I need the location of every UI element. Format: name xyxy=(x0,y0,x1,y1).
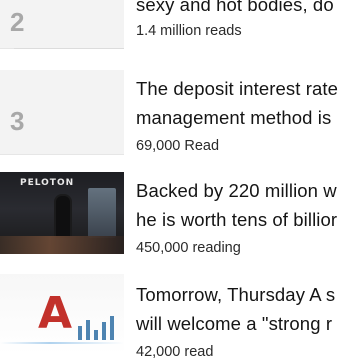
article-title-line: he is worth tens of billior xyxy=(136,209,338,230)
news-feed: 2 sexy and hot bodies, do 1.4 million re… xyxy=(0,0,338,362)
article-title-line: Tomorrow, Thursday A s xyxy=(136,284,336,305)
divider xyxy=(14,48,124,49)
article-text: Tomorrow, Thursday A s will welcome a "s… xyxy=(136,280,338,362)
article-title-line: will welcome a "strong r xyxy=(136,313,333,334)
read-count: 69,000 Read xyxy=(136,138,220,154)
read-count: 450,000 reading xyxy=(136,240,241,256)
read-count: 1.4 million reads xyxy=(136,23,242,39)
screen-image xyxy=(88,188,116,238)
read-count: 42,000 read xyxy=(136,344,214,360)
article-text: sexy and hot bodies, do 1.4 million read… xyxy=(136,0,338,41)
article-thumbnail: PELOTON xyxy=(0,172,124,254)
bar-decoration xyxy=(86,320,90,340)
article-text: The deposit interest rate management met… xyxy=(136,74,338,156)
person-silhouette xyxy=(54,194,72,240)
article-title-line: sexy and hot bodies, do xyxy=(136,0,334,15)
list-item[interactable]: PELOTON Backed by 220 million w he is wo… xyxy=(0,172,338,264)
article-text: Backed by 220 million w he is worth tens… xyxy=(136,176,338,258)
article-title-line: management method is xyxy=(136,107,332,128)
list-item[interactable]: A Tomorrow, Thursday A s will welcome a … xyxy=(0,274,338,362)
list-item[interactable]: 2 sexy and hot bodies, do 1.4 million re… xyxy=(0,0,338,60)
stock-letter-icon: A xyxy=(38,288,73,339)
article-thumbnail: A xyxy=(0,274,124,354)
rank-number: 3 xyxy=(10,106,25,136)
bar-decoration xyxy=(94,330,98,340)
article-title-line: Backed by 220 million w xyxy=(136,180,337,201)
floor-image xyxy=(0,236,124,254)
rank-number: 2 xyxy=(10,7,25,37)
bar-decoration xyxy=(110,316,114,340)
bar-decoration xyxy=(78,326,82,340)
article-title-line: The deposit interest rate xyxy=(136,78,338,99)
baseline-decoration xyxy=(0,342,124,344)
rank-thumbnail: 2 xyxy=(0,0,124,49)
rank-thumbnail: 3 xyxy=(0,70,124,155)
peloton-logo: PELOTON xyxy=(20,178,75,188)
list-item[interactable]: 3 The deposit interest rate management m… xyxy=(0,70,338,160)
bar-decoration xyxy=(102,322,106,340)
